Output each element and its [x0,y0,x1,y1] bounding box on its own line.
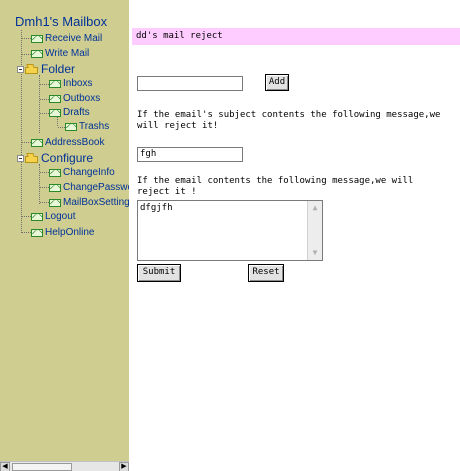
scroll-down-arrow-icon[interactable]: ▼ [310,248,320,258]
reset-button[interactable]: Reset [248,264,284,282]
submit-button[interactable]: Submit [137,264,181,282]
tree-line [22,38,31,39]
envelope-icon [49,108,61,117]
tree-line [22,142,31,143]
tree-line [21,30,22,233]
sidebar-horizontal-scrollbar[interactable]: ◀ ▶ [0,461,129,471]
page-title: dd's mail reject [136,31,223,41]
envelope-icon [49,168,61,177]
collapse-icon[interactable] [17,154,24,162]
envelope-icon [31,138,43,147]
tree-line [40,172,49,173]
content-reject-note: If the email contents the following mess… [137,176,414,197]
tree-line [40,202,49,203]
envelope-icon [31,49,43,58]
envelope-icon [49,183,61,192]
sidebar-item-mailboxsetting[interactable]: MailBoxSetting [49,196,129,209]
envelope-icon [49,198,61,207]
sidebar-item-drafts[interactable]: Drafts [49,106,90,119]
tree-line [58,127,65,128]
content-keyword-textarea[interactable]: dfgjfh ▲ ▼ [137,200,323,261]
tree-line [22,232,31,233]
scroll-right-arrow-icon[interactable]: ▶ [119,462,129,471]
sidebar-item-logout[interactable]: Logout [31,210,76,223]
tree-line [22,54,31,55]
sidebar-item-changeinfo[interactable]: ChangeInfo [49,166,115,179]
sidebar: Dmh1's Mailbox Receive Mail Write Mail F… [0,0,129,471]
sidebar-item-inboxs[interactable]: Inboxs [49,77,92,90]
sidebar-item-changepassword[interactable]: ChangePasswo [49,181,129,194]
sidebar-item-folder[interactable]: Folder [17,62,75,76]
sidebar-item-receive-mail[interactable]: Receive Mail [31,32,102,45]
tree-line [40,113,49,114]
tree-line [40,84,49,85]
envelope-icon [31,228,43,237]
tree-line [40,99,49,100]
scrollbar-thumb[interactable] [12,463,72,471]
collapse-icon[interactable] [17,65,24,73]
sidebar-item-addressbook[interactable]: AddressBook [31,136,104,149]
add-keyword-input[interactable] [137,76,243,91]
envelope-icon [49,79,61,88]
envelope-icon [31,212,43,221]
tree-line [40,187,49,188]
subject-reject-note: If the email's subject contents the foll… [137,110,441,131]
sidebar-item-write-mail[interactable]: Write Mail [31,47,89,60]
envelope-icon [65,122,77,131]
scroll-up-arrow-icon[interactable]: ▲ [310,203,320,213]
folder-icon [25,153,39,163]
sidebar-item-configure[interactable]: Configure [17,151,93,165]
sidebar-item-helponline[interactable]: HelpOnline [31,226,94,239]
sidebar-item-trashs[interactable]: Trashs [65,120,109,133]
folder-icon [25,64,39,74]
tree-line [39,164,40,204]
textarea-vertical-scrollbar[interactable]: ▲ ▼ [307,201,322,260]
envelope-icon [49,94,61,103]
scroll-left-arrow-icon[interactable]: ◀ [0,462,10,471]
add-button[interactable]: Add [265,74,289,91]
envelope-icon [31,34,43,43]
tree-line [22,216,31,217]
subject-keyword-input[interactable]: fgh [137,147,243,162]
sidebar-item-outboxs[interactable]: Outboxs [49,92,100,105]
content-keyword-text: dfgjfh [140,203,173,213]
mailbox-title: Dmh1's Mailbox [15,14,108,29]
